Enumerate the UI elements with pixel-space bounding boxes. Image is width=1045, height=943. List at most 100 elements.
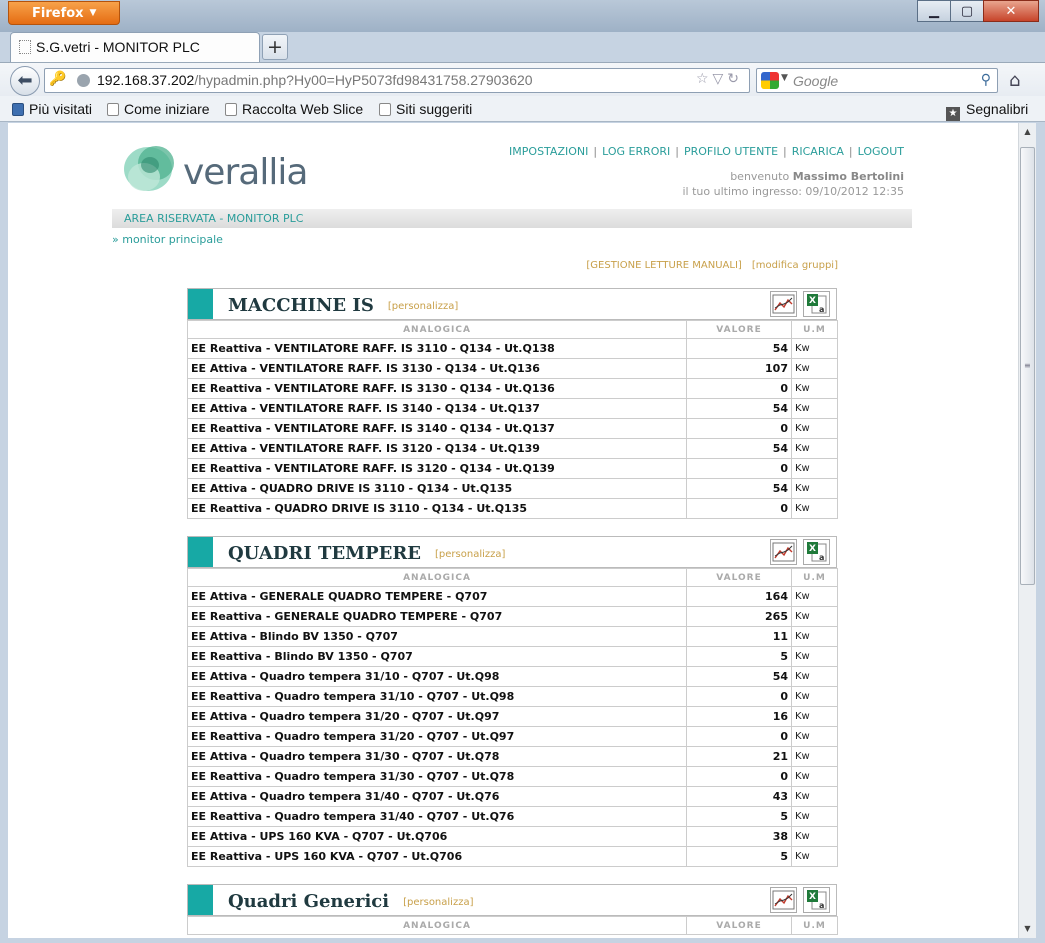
breadcrumb[interactable]: » monitor principale [112,233,223,246]
table-row: EE Attiva - UPS 160 KVA - Q707 - Ut.Q706… [187,826,838,847]
table-row: EE Reattiva - VENTILATORE RAFF. IS 3120 … [187,458,838,479]
scroll-down-icon[interactable]: ▼ [1019,920,1036,938]
analog-unit: Kw [791,846,838,867]
svg-text:a: a [819,901,824,910]
table-row: EE Attiva - VENTILATORE RAFF. IS 3120 - … [187,438,838,459]
edit-groups-link[interactable]: [modifica gruppi] [752,260,838,271]
bookmark-star-icon[interactable]: ☆▽↻ [696,71,743,87]
section-title-text: Quadri Generici [228,891,390,912]
customize-link[interactable]: [personalizza] [435,549,505,560]
logo-mark-icon [124,146,174,191]
section-header: Quadri Generici [personalizza] Xa [187,884,837,916]
page-icon [379,103,391,116]
table-row: EE Reattiva - VENTILATORE RAFF. IS 3140 … [187,418,838,439]
analog-value: 11 [686,626,792,647]
google-icon[interactable] [761,72,779,89]
page-viewport: verallia IMPOSTAZIONI | LOG ERRORI | PROFILO… [8,123,1018,938]
browser-tab[interactable]: S.G.vetri - MONITOR PLC [10,32,260,62]
excel-icon: Xa [807,294,827,314]
area-title-bar: AREA RISERVATA - MONITOR PLC [112,209,912,228]
line-chart-icon [772,294,795,314]
analog-label: EE Attiva - VENTILATORE RAFF. IS 3120 - … [187,438,687,459]
close-button[interactable]: ✕ [983,0,1039,22]
scroll-up-icon[interactable]: ▲ [1019,123,1036,141]
area-title: AREA RISERVATA - MONITOR PLC [124,212,304,225]
firefox-menu-button[interactable]: Firefox ▼ [8,1,120,25]
vertical-scrollbar[interactable]: ▲ ≡ ▼ [1018,123,1036,938]
section-accent [188,289,213,319]
top-nav: IMPOSTAZIONI | LOG ERRORI | PROFILO UTENTE | R… [490,145,904,158]
analog-value: 107 [686,358,792,379]
link-impostazioni[interactable]: IMPOSTAZIONI [509,145,588,158]
analog-label: EE Reattiva - VENTILATORE RAFF. IS 3130 … [187,378,687,399]
analog-value: 5 [686,846,792,867]
column-header-label: ANALOGICA [187,320,687,339]
link-ricarica[interactable]: RICARICA [792,145,844,158]
customize-link[interactable]: [personalizza] [388,301,458,312]
table-row: EE Attiva - Quadro tempera 31/20 - Q707 … [187,706,838,727]
analog-label: EE Attiva - QUADRO DRIVE IS 3110 - Q134 … [187,478,687,499]
last-login: il tuo ultimo ingresso: 09/10/2012 12:35 [682,185,904,198]
search-placeholder: Google [793,73,839,89]
analog-unit: Kw [791,746,838,767]
analog-value: 0 [686,686,792,707]
home-icon[interactable]: ⌂ [1009,70,1020,91]
manual-readings-link[interactable]: [GESTIONE LETTURE MANUALI] [586,260,741,271]
chart-button[interactable] [770,539,797,565]
analog-value: 5 [686,806,792,827]
link-profilo-utente[interactable]: PROFILO UTENTE [684,145,778,158]
url-text[interactable]: 192.168.37.202/hypadmin.php?Hy00=HyP5073… [97,72,533,88]
page-icon [19,40,31,54]
chart-button[interactable] [770,887,797,913]
column-header-value: VALORE [686,916,792,935]
key-icon: 🔑 [49,71,67,87]
bookmark-label: Siti suggeriti [396,101,473,117]
link-log-errori[interactable]: LOG ERRORI [602,145,670,158]
scroll-thumb[interactable]: ≡ [1020,147,1035,585]
page-icon [107,103,119,116]
table-row: EE Attiva - QUADRO DRIVE IS 3110 - Q134 … [187,478,838,499]
table-row: EE Reattiva - UPS 160 KVA - Q707 - Ut.Q7… [187,846,838,867]
column-header-unit: U.M [791,320,838,339]
bookmark-item[interactable]: Come iniziare [107,101,210,117]
analog-unit: Kw [791,358,838,379]
chevron-down-icon[interactable]: ▼ [781,73,788,83]
new-tab-button[interactable]: + [262,34,288,60]
customize-link[interactable]: [personalizza] [403,897,473,908]
svg-text:X: X [809,892,816,902]
link-logout[interactable]: LOGOUT [858,145,904,158]
analog-label: EE Reattiva - VENTILATORE RAFF. IS 3140 … [187,418,687,439]
analog-unit: Kw [791,378,838,399]
bookmarks-icon: ★ [946,107,960,121]
bookmark-item[interactable]: Siti suggeriti [379,101,472,117]
analog-unit: Kw [791,666,838,687]
search-bar[interactable]: ▼ Google ⚲ [756,68,998,93]
excel-export-button[interactable]: Xa [803,539,830,565]
minimize-button[interactable]: ▁ [917,0,951,22]
section-title: MACCHINE IS [personalizza] [228,295,458,316]
bookmarks-menu[interactable]: ★ Segnalibri [946,101,1028,121]
analog-value: 54 [686,438,792,459]
analog-value: 21 [686,746,792,767]
chart-button[interactable] [770,291,797,317]
welcome-prefix: benvenuto [730,170,790,183]
verallia-logo[interactable]: verallia [120,139,320,201]
table-row: EE Attiva - GENERALE QUADRO TEMPERE - Q7… [187,586,838,607]
maximize-button[interactable]: ▢ [950,0,984,22]
section-panel: MACCHINE IS [personalizza] Xa ANALOGICA VALO… [187,288,838,519]
search-icon[interactable]: ⚲ [981,72,991,88]
analog-label: EE Reattiva - Quadro tempera 31/10 - Q70… [187,686,687,707]
excel-export-button[interactable]: Xa [803,291,830,317]
bookmark-item[interactable]: Raccolta Web Slice [225,101,363,117]
excel-icon: Xa [807,542,827,562]
excel-export-button[interactable]: Xa [803,887,830,913]
back-button[interactable]: ⬅ [10,66,40,96]
table-row: EE Reattiva - Quadro tempera 31/10 - Q70… [187,686,838,707]
separator: | [848,145,853,158]
section-accent [188,537,213,567]
section-title-text: MACCHINE IS [228,295,374,316]
bookmark-item[interactable]: Più visitati [12,101,92,117]
site-identity-icon[interactable] [77,74,90,87]
analog-unit: Kw [791,418,838,439]
url-bar[interactable]: 🔑 192.168.37.202/hypadmin.php?Hy00=HyP50… [44,68,750,93]
